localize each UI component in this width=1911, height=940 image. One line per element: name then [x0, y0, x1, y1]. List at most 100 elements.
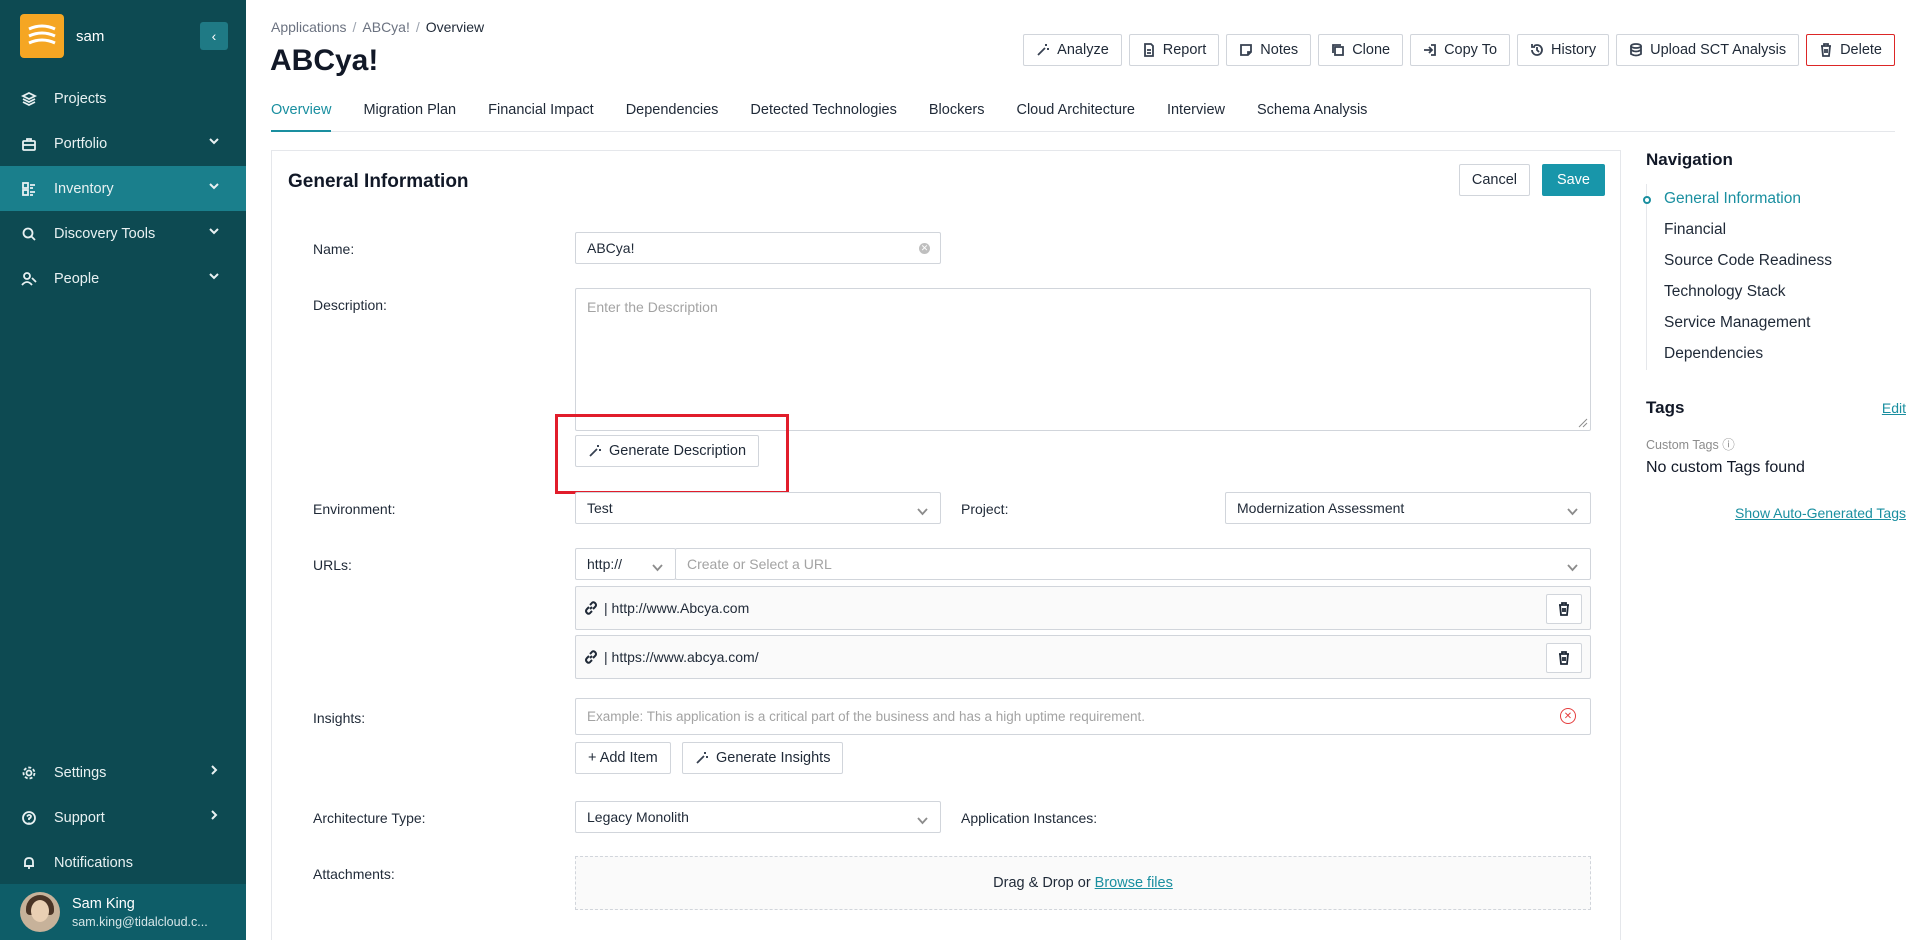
url-protocol-select[interactable]: http:// — [575, 548, 676, 580]
main-content: Applications / ABCya! / Overview ABCya! Anal… — [246, 0, 1911, 940]
project-value: Modernization Assessment — [1237, 500, 1405, 516]
url-text[interactable]: | https://www.abcya.com/ — [604, 649, 759, 665]
app-instances-label: Application Instances: — [961, 810, 1098, 826]
database-icon — [1630, 43, 1643, 57]
user-name: Sam King — [72, 895, 135, 912]
insights-input[interactable]: Example: This application is a critical … — [575, 698, 1591, 735]
custom-tags-label: Custom Tags ⓘ — [1646, 438, 1735, 452]
tab-cloud-architecture[interactable]: Cloud Architecture — [1016, 96, 1134, 132]
clone-button[interactable]: Clone — [1318, 34, 1404, 66]
tab-schema-analysis[interactable]: Schema Analysis — [1257, 96, 1367, 132]
org-name: sam — [76, 27, 105, 45]
sidebar-item-label: Inventory — [54, 180, 114, 197]
user-email: sam.king@tidalcloud.c... — [72, 914, 208, 929]
tab-blockers[interactable]: Blockers — [929, 96, 985, 132]
tab-dependencies[interactable]: Dependencies — [626, 96, 719, 132]
sidebar-item-people[interactable]: People — [0, 256, 246, 301]
name-label: Name: — [313, 241, 355, 257]
anchor-general-information[interactable]: General Information — [1643, 184, 1906, 215]
clear-icon[interactable]: ✕ — [919, 243, 930, 254]
project-select[interactable]: Modernization Assessment — [1225, 492, 1591, 524]
chevron-down-icon — [208, 225, 220, 241]
magic-wand-icon — [696, 752, 708, 764]
tab-migration-plan[interactable]: Migration Plan — [363, 96, 456, 132]
url-input[interactable]: Create or Select a URL — [675, 548, 1591, 580]
sidebar-item-notifications[interactable]: Notifications — [0, 840, 246, 885]
sidebar-item-label: Settings — [54, 764, 107, 781]
url-text[interactable]: | http://www.Abcya.com — [604, 600, 749, 616]
add-item-button[interactable]: + Add Item — [575, 742, 671, 774]
upload-sct-label: Upload SCT Analysis — [1650, 42, 1787, 58]
chevron-down-icon — [208, 180, 220, 196]
anchor-source-code-readiness[interactable]: Source Code Readiness — [1647, 246, 1906, 277]
delete-url-button[interactable] — [1546, 643, 1582, 673]
trash-icon — [1559, 651, 1569, 665]
breadcrumb-app[interactable]: ABCya! — [362, 19, 409, 35]
org-logo[interactable] — [20, 14, 64, 58]
report-button[interactable]: Report — [1128, 34, 1220, 66]
note-icon — [1240, 44, 1253, 56]
insights-placeholder: Example: This application is a critical … — [587, 709, 1146, 724]
sidebar-item-projects[interactable]: Projects — [0, 76, 246, 121]
user-profile[interactable]: Sam King sam.king@tidalcloud.c... — [0, 884, 246, 940]
sidebar-item-label: Notifications — [54, 854, 133, 871]
analyze-button[interactable]: Analyze — [1023, 34, 1122, 66]
chevron-down-icon — [1567, 504, 1578, 520]
generate-insights-button[interactable]: Generate Insights — [682, 742, 844, 774]
chevron-right-icon — [208, 764, 220, 780]
breadcrumb-current: Overview — [425, 19, 485, 35]
environment-select[interactable]: Test — [575, 492, 941, 524]
collapse-sidebar-button[interactable]: ‹ — [200, 22, 228, 50]
notes-button[interactable]: Notes — [1226, 34, 1312, 66]
avatar — [20, 892, 60, 932]
generate-description-button[interactable]: Generate Description — [575, 435, 760, 467]
delete-button[interactable]: Delete — [1806, 34, 1895, 66]
briefcase-icon — [20, 135, 38, 153]
show-auto-tags-link[interactable]: Show Auto-Generated Tags — [1646, 505, 1906, 521]
delete-url-button[interactable] — [1546, 594, 1582, 624]
chevron-right-icon — [208, 809, 220, 825]
notes-label: Notes — [1260, 42, 1299, 58]
browse-files-link[interactable]: Browse files — [1095, 875, 1173, 891]
anchor-financial[interactable]: Financial — [1647, 215, 1906, 246]
tab-overview[interactable]: Overview — [271, 96, 332, 132]
sidebar-item-support[interactable]: Support — [0, 795, 246, 840]
clone-label: Clone — [1352, 42, 1391, 58]
upload-sct-button[interactable]: Upload SCT Analysis — [1616, 34, 1800, 66]
gear-icon — [20, 764, 38, 782]
chevron-down-icon — [208, 270, 220, 286]
save-button[interactable]: Save — [1541, 164, 1605, 196]
magic-wand-icon — [589, 445, 601, 457]
anchor-label: General Information — [1664, 190, 1801, 207]
attachments-dropzone[interactable]: Drag & Drop or Browse files — [575, 856, 1591, 910]
tab-detected-technologies[interactable]: Detected Technologies — [750, 96, 896, 132]
edit-tags-link[interactable]: Edit — [1882, 400, 1906, 416]
anchor-service-management[interactable]: Service Management — [1647, 308, 1906, 339]
sidebar-item-portfolio[interactable]: Portfolio — [0, 121, 246, 166]
analyze-label: Analyze — [1057, 42, 1109, 58]
architecture-select[interactable]: Legacy Monolith — [575, 801, 941, 833]
tab-financial-impact[interactable]: Financial Impact — [488, 96, 594, 132]
chevron-down-icon — [917, 504, 928, 520]
insights-label: Insights: — [313, 710, 366, 726]
remove-insight-icon[interactable]: ✕ — [1560, 708, 1576, 724]
anchor-technology-stack[interactable]: Technology Stack — [1647, 277, 1906, 308]
copy-to-button[interactable]: Copy To — [1410, 34, 1511, 66]
generate-insights-label: Generate Insights — [716, 750, 831, 766]
sidebar-item-label: People — [54, 270, 100, 287]
description-textarea[interactable]: Enter the Description — [575, 288, 1591, 431]
name-input[interactable]: ABCya! ✕ — [575, 232, 941, 264]
resize-grip-icon[interactable] — [1578, 418, 1588, 428]
tab-interview[interactable]: Interview — [1167, 96, 1225, 132]
sidebar-item-settings[interactable]: Settings — [0, 750, 246, 795]
breadcrumb-applications[interactable]: Applications — [271, 19, 347, 35]
layers-icon — [20, 90, 38, 108]
sidebar-item-inventory[interactable]: Inventory — [0, 166, 246, 211]
sidebar-item-discovery-tools[interactable]: Discovery Tools — [0, 211, 246, 256]
history-button[interactable]: History — [1517, 34, 1610, 66]
magic-wand-icon — [1037, 44, 1050, 56]
anchor-dependencies[interactable]: Dependencies — [1647, 339, 1906, 370]
url-placeholder: Create or Select a URL — [687, 556, 832, 572]
cancel-button[interactable]: Cancel — [1458, 164, 1530, 196]
chevron-down-icon — [652, 560, 663, 576]
